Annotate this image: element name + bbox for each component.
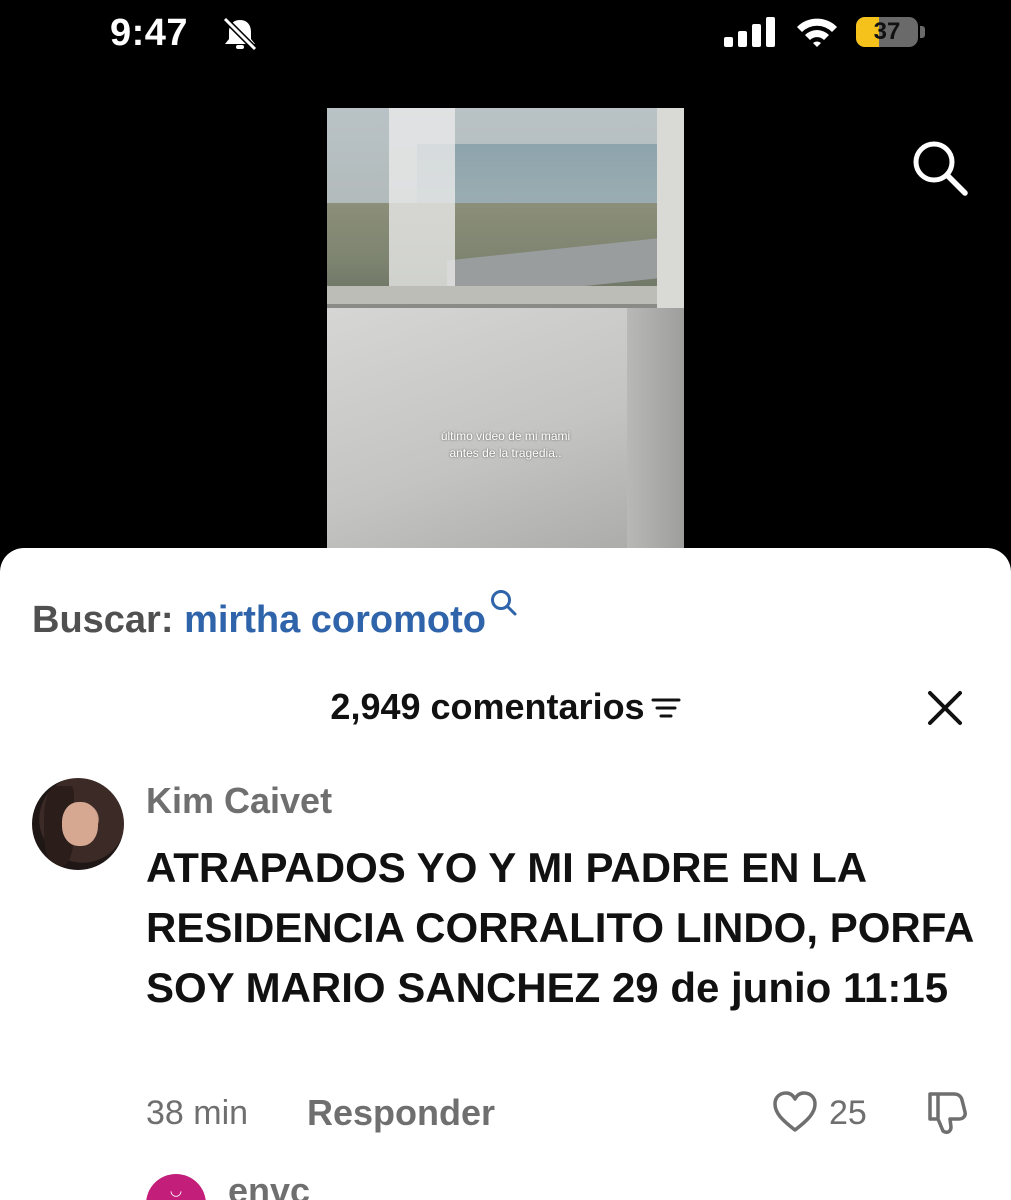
search-term[interactable]: mirtha coromoto bbox=[184, 599, 486, 641]
battery-icon: 37 bbox=[856, 17, 926, 47]
cellular-signal-icon bbox=[724, 17, 775, 47]
bell-muted-icon bbox=[222, 16, 258, 52]
reply-button[interactable]: Responder bbox=[307, 1092, 495, 1134]
search-suggestion[interactable]: Buscar: mirtha coromoto bbox=[32, 588, 518, 642]
avatar[interactable]: ◡ bbox=[146, 1174, 206, 1200]
comment-author[interactable]: Kim Caivet bbox=[146, 780, 332, 822]
heart-icon[interactable] bbox=[772, 1090, 818, 1134]
search-icon[interactable] bbox=[909, 137, 971, 199]
sort-icon[interactable] bbox=[651, 697, 681, 719]
video-caption: último video de mi mami antes de la trag… bbox=[327, 428, 684, 462]
comment-author[interactable]: envc bbox=[228, 1170, 310, 1200]
video-caption-line-2: antes de la tragedia.. bbox=[449, 446, 562, 460]
avatar[interactable] bbox=[32, 778, 124, 870]
status-bar: 9:47 37 bbox=[0, 0, 1011, 70]
search-prefix: Buscar: bbox=[32, 599, 185, 641]
wifi-icon bbox=[797, 18, 837, 47]
comment-text: ATRAPADOS YO Y MI PADRE EN LA RESIDENCIA… bbox=[146, 844, 973, 1011]
like-count: 25 bbox=[829, 1094, 867, 1132]
video-player[interactable]: último video de mi mami antes de la trag… bbox=[327, 108, 684, 548]
search-term-icon bbox=[490, 590, 517, 616]
video-caption-line-1: último video de mi mami bbox=[440, 429, 571, 443]
thumbs-down-icon[interactable] bbox=[924, 1090, 970, 1134]
battery-level: 37 bbox=[873, 18, 901, 45]
comments-count-header: 2,949 comentarios bbox=[0, 686, 1011, 728]
status-time: 9:47 bbox=[110, 12, 189, 54]
comment-time: 38 min bbox=[146, 1094, 249, 1132]
avatar-logo-icon: ◡ bbox=[170, 1182, 182, 1198]
close-icon[interactable] bbox=[925, 688, 965, 728]
comments-count: 2,949 comentarios bbox=[330, 686, 645, 727]
comments-sheet: Buscar: mirtha coromoto 2,949 comentario… bbox=[0, 548, 1011, 1200]
